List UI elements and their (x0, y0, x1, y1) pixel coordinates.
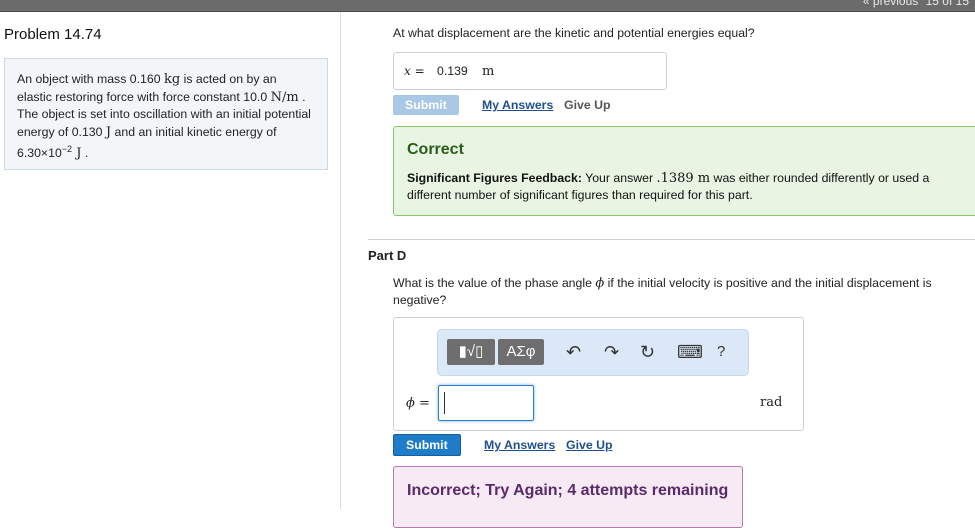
exponent: −2 (61, 144, 73, 155)
my-answers-link[interactable]: My Answers (484, 438, 555, 452)
feedback-value: .1389 m (656, 171, 711, 186)
part-d-question: What is the value of the phase angle ϕ i… (393, 275, 973, 308)
incorrect-message: Incorrect; Try Again; 4 attempts remaini… (407, 482, 729, 499)
variable-label: x = (404, 64, 425, 78)
problem-statement-box: An object with mass 0.160 kg is acted on… (4, 58, 328, 170)
incorrect-feedback: Incorrect; Try Again; 4 attempts remaini… (393, 466, 743, 528)
phi-label: ϕ = (406, 396, 430, 411)
templates-button[interactable]: ▮√▯ (447, 339, 495, 365)
undo-icon[interactable]: ↶ (566, 342, 581, 362)
redo-icon[interactable]: ↷ (604, 342, 619, 362)
math-answer-box: ▮√▯ ΑΣφ ↶ ↷ ↻ ⌨ ? ϕ = rad (393, 317, 804, 431)
problem-title: Problem 14.74 (4, 26, 102, 43)
unit-kg: kg (163, 72, 181, 87)
problem-text-part: An object with mass 0.160 (17, 72, 164, 86)
page-count: 15 of 15 (925, 0, 969, 8)
problem-text-part: . (81, 146, 89, 161)
submit-button-disabled[interactable]: Submit (393, 95, 459, 115)
give-up-link[interactable]: Give Up (566, 438, 612, 452)
my-answers-link[interactable]: My Answers (482, 98, 553, 112)
unit-rad: rad (760, 395, 783, 410)
feedback-label: Significant Figures Feedback: (407, 171, 582, 185)
give-up-link[interactable]: Give Up (564, 98, 610, 112)
feedback-text: Significant Figures Feedback: Your answe… (407, 170, 967, 203)
text-caret (444, 392, 445, 414)
answer-panel: At what displacement are the kinetic and… (341, 12, 975, 528)
previous-link[interactable]: « previous (863, 0, 918, 8)
symbols-button[interactable]: ΑΣφ (498, 339, 544, 365)
top-bar: « previous 15 of 15 (0, 0, 975, 12)
part-c-question: At what displacement are the kinetic and… (393, 26, 755, 40)
math-toolbar: ▮√▯ ΑΣφ ↶ ↷ ↻ ⌨ ? (437, 329, 749, 376)
phi-input[interactable] (438, 385, 534, 421)
phi-symbol: ϕ (595, 276, 605, 291)
feedback-title: Correct (407, 141, 464, 158)
feedback-text-part: Your answer (581, 171, 657, 185)
problem-panel: Problem 14.74 An object with mass 0.160 … (0, 12, 341, 509)
problem-statement: An object with mass 0.160 kg is acted on… (17, 71, 313, 163)
pager: « previous 15 of 15 (859, 0, 969, 8)
reset-icon[interactable]: ↻ (640, 342, 655, 362)
help-icon[interactable]: ? (717, 342, 725, 362)
unit-n-per-m: N/m (270, 89, 299, 105)
part-d-title: Part D (368, 248, 407, 263)
keyboard-icon[interactable]: ⌨ (677, 342, 703, 362)
answer-value: 0.139 (437, 64, 468, 78)
correct-feedback: Correct Significant Figures Feedback: Yo… (393, 126, 975, 216)
submit-button[interactable]: Submit (393, 434, 461, 456)
section-divider (368, 239, 975, 240)
unit-j: J (72, 146, 82, 162)
answer-unit: m (482, 64, 495, 79)
part-c-answer-box: x = 0.139 m (393, 52, 667, 90)
question-text-part: What is the value of the phase angle (393, 276, 596, 290)
